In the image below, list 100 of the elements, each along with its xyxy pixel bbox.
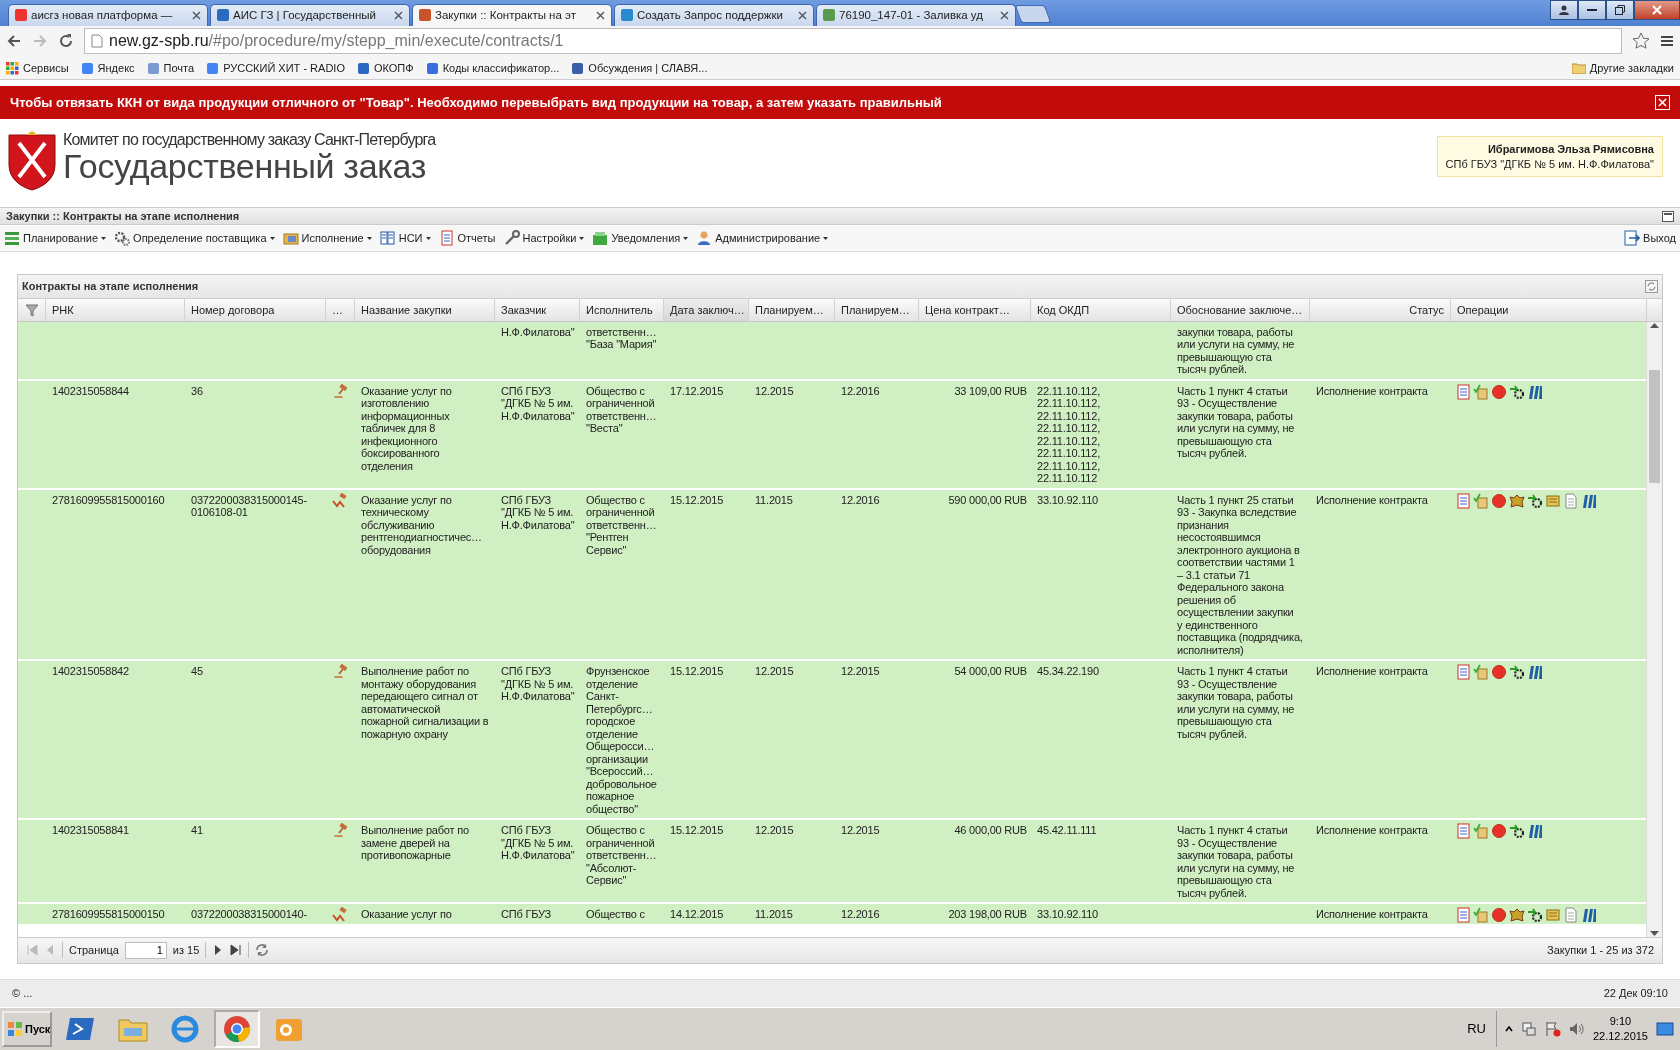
bookmark[interactable]: Почта [146,61,195,75]
table-row[interactable] [18,380,1646,490]
notebook-icon[interactable] [1455,492,1471,509]
table-row[interactable] [18,820,1646,905]
close-icon[interactable] [798,10,807,20]
column-header[interactable]: Обоснование заключе… [1171,298,1310,321]
column-header[interactable]: … [326,298,355,321]
binders-icon[interactable] [1581,907,1597,924]
language-indicator[interactable]: RU [1467,1021,1486,1037]
table-row[interactable]: 2781609955815000150 0372200038315000140- Оказание услуг по СПб ГБУЗ Общество с 14.12.2015 11.2015 12.2016 203 198,00 RUB 33.10.92.110 Исполнение контракта [18,904,1646,926]
table-row[interactable] [18,489,1646,662]
bookmark[interactable]: РУССКИЙ ХИТ - RADIO [206,61,345,75]
bookmark[interactable]: Обсуждения | СЛАВЯ... [571,61,708,75]
checklist-icon[interactable] [1473,823,1489,840]
browser-tab[interactable]: 76190_147-01 - Заливка уд [816,3,1016,26]
stop-icon[interactable] [1491,907,1507,924]
menu-icon[interactable] [1660,34,1674,49]
column-header[interactable]: Заказчик [495,298,580,321]
column-header[interactable]: Цена контракт… [919,298,1031,321]
checklist-icon[interactable] [1473,664,1489,681]
checklist-icon[interactable] [1473,492,1489,509]
browser-tab[interactable]: Закупки :: Контракты на эт [412,3,612,26]
logout-button[interactable]: Выход [1624,230,1676,247]
bookmark-folder[interactable]: Другие закладки [1571,62,1674,75]
refresh-icon[interactable] [255,943,270,958]
new-tab-button[interactable] [1014,4,1052,23]
stop-icon[interactable] [1491,664,1507,681]
scroll-thumb[interactable] [1649,369,1660,483]
column-header[interactable]: Планируем… [835,298,919,321]
bookmark[interactable]: Сервисы [6,61,69,75]
column-header[interactable]: Номер договора [185,298,326,321]
show-desktop-icon[interactable] [1656,1021,1674,1036]
column-header[interactable]: Планируем… [749,298,835,321]
gear-icon[interactable] [1509,823,1525,840]
bookmark[interactable]: Яндекс [80,61,135,75]
stop-icon[interactable] [1491,492,1507,509]
column-header[interactable]: Операции [1451,298,1647,321]
browser-tab[interactable]: аисгз новая платформа — [8,3,208,26]
close-icon[interactable] [596,10,605,20]
notebook-icon[interactable] [1455,664,1471,681]
menu-button[interactable]: Администрирование [696,230,829,247]
gear-icon[interactable] [1527,907,1543,924]
scrollbar[interactable] [1646,321,1662,937]
notebook-icon[interactable] [1455,383,1471,400]
flag-icon[interactable] [1544,1020,1561,1037]
gear-icon[interactable] [1509,664,1525,681]
menu-button[interactable]: Исполнение [282,230,372,247]
stop-icon[interactable] [1491,383,1507,400]
column-header[interactable]: Статус [1310,298,1451,321]
taskbar-app[interactable] [214,1009,260,1048]
table-cell-text: 41 [190,823,204,839]
gear-icon[interactable] [1527,492,1543,509]
menu-button[interactable]: Отчеты [438,230,496,247]
binders-icon[interactable] [1527,823,1543,840]
filter-icon[interactable] [24,302,39,317]
bookmark[interactable]: Коды классификатор... [425,61,560,75]
start-button[interactable]: Пуск [2,1010,52,1047]
reload-icon[interactable] [58,33,74,50]
checklist-icon[interactable] [1473,383,1489,400]
network-icon[interactable] [1520,1020,1537,1037]
emblem-icon[interactable] [1509,907,1525,924]
page-field[interactable]: 1 [124,941,167,959]
last-page-icon[interactable] [230,944,243,957]
table-cell-text: Общество с ограниченной ответственн… "Веста" [585,383,658,437]
menu-button[interactable]: Планирование [4,230,107,247]
minimize-button[interactable] [1578,0,1606,20]
gear-icon[interactable] [1509,383,1525,400]
close-icon[interactable] [1000,10,1009,20]
notebook-icon[interactable] [1455,907,1471,924]
close-icon[interactable] [192,10,201,20]
menu-button[interactable]: Настройки [503,230,585,247]
close-button[interactable] [1634,0,1680,20]
chevron-up-icon[interactable] [1504,1024,1513,1033]
browser-tab[interactable]: АИС ГЗ | Государственный [210,3,410,26]
menu-button[interactable]: Уведомления [592,230,689,247]
notebook-icon[interactable] [1455,823,1471,840]
checklist-icon[interactable] [1473,907,1489,924]
column-header[interactable]: Дата заключ… [664,298,749,321]
table-row[interactable]: Н.Ф.Филатова" ответственн… "База "Мария" закупки товара, работы или услуги на сумму, не превышающую ста тысяч рублей. [18,321,1646,381]
refresh-icon[interactable] [1645,279,1658,293]
binders-icon[interactable] [1527,664,1543,681]
browser-tab[interactable]: Создать Запрос поддержки [614,3,814,26]
menu-button[interactable]: Определение поставщика [114,230,275,247]
profile-button[interactable] [1550,0,1578,20]
menu-button[interactable]: НСИ [379,230,431,247]
maximize-button[interactable] [1606,0,1634,20]
stop-icon[interactable] [1491,823,1507,840]
collapse-icon[interactable] [1662,210,1674,222]
binders-icon[interactable] [1527,383,1543,400]
table-row[interactable] [18,661,1646,821]
address-field[interactable]: new.gz-spb.ru/#po/procedure/my/stepp_min/execute/contracts/1 [84,28,1622,55]
emblem-icon[interactable] [1509,492,1525,509]
close-icon[interactable] [394,10,403,20]
column-header[interactable]: Код ОКДП [1031,298,1171,321]
bookmark[interactable]: ОКОПФ [356,61,414,75]
column-header[interactable]: Название закупки [355,298,495,321]
clock[interactable]: 9:10 22.12.2015 [1592,1015,1648,1043]
binders-icon[interactable] [1581,492,1597,509]
column-header[interactable]: РНК [46,298,185,321]
star-icon[interactable] [1632,32,1650,51]
